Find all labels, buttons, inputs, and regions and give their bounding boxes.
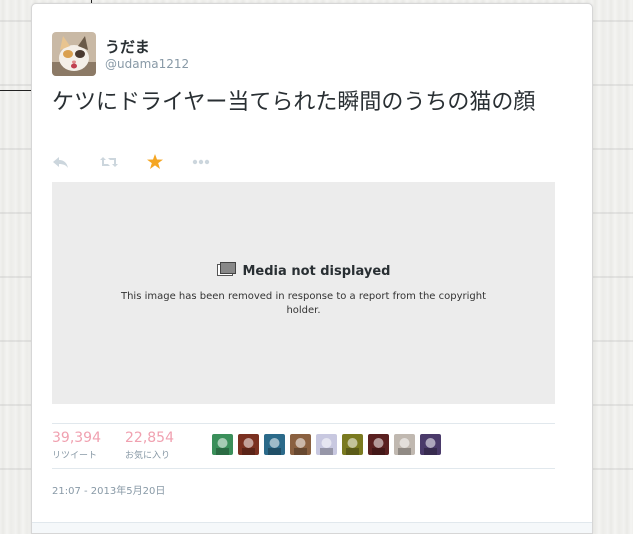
more-dots-icon[interactable] — [192, 154, 212, 174]
media-placeholder: Media not displayed This image has been … — [52, 182, 555, 404]
reply-icon[interactable] — [52, 154, 72, 174]
retweet-icon[interactable] — [99, 154, 119, 174]
user-avatar[interactable] — [52, 32, 96, 76]
favoriter-avatar-8[interactable] — [394, 434, 415, 455]
favoriter-avatar-4[interactable] — [290, 434, 311, 455]
media-icon — [216, 262, 237, 280]
tweet-card: うだま @udama1212 ケツにドライヤー当てられた瞬間のうちの猫の顔 Me… — [31, 3, 593, 534]
retweet-stat[interactable]: 39,394 リツイート — [52, 430, 101, 461]
favoriter-avatar-3[interactable] — [264, 434, 285, 455]
favoriter-avatar-1[interactable] — [212, 434, 233, 455]
display-name[interactable]: うだま — [105, 36, 150, 57]
media-title: Media not displayed — [242, 263, 391, 279]
tweet-stats: 39,394 リツイート 22,854 お気に入り — [52, 423, 555, 469]
favoriter-avatar-5[interactable] — [316, 434, 337, 455]
star-icon[interactable] — [147, 154, 167, 174]
screen-name[interactable]: @udama1212 — [105, 57, 189, 71]
favorite-stat[interactable]: 22,854 お気に入り — [125, 430, 174, 461]
tweet-timestamp[interactable]: 21:07 - 2013年5月20日 — [52, 482, 165, 497]
media-description: This image has been removed in response … — [120, 291, 487, 316]
favorite-count: 22,854 — [125, 430, 174, 446]
favoriter-avatar-6[interactable] — [342, 434, 363, 455]
retweet-label: リツイート — [52, 451, 98, 461]
favoriter-avatar-2[interactable] — [238, 434, 259, 455]
favorite-label: お気に入り — [125, 451, 171, 461]
card-footer — [32, 522, 592, 533]
retweet-count: 39,394 — [52, 430, 101, 446]
favoriter-avatar-9[interactable] — [420, 434, 441, 455]
tweet-text: ケツにドライヤー当てられた瞬間のうちの猫の顔 — [52, 90, 536, 115]
favoriter-avatar-7[interactable] — [368, 434, 389, 455]
